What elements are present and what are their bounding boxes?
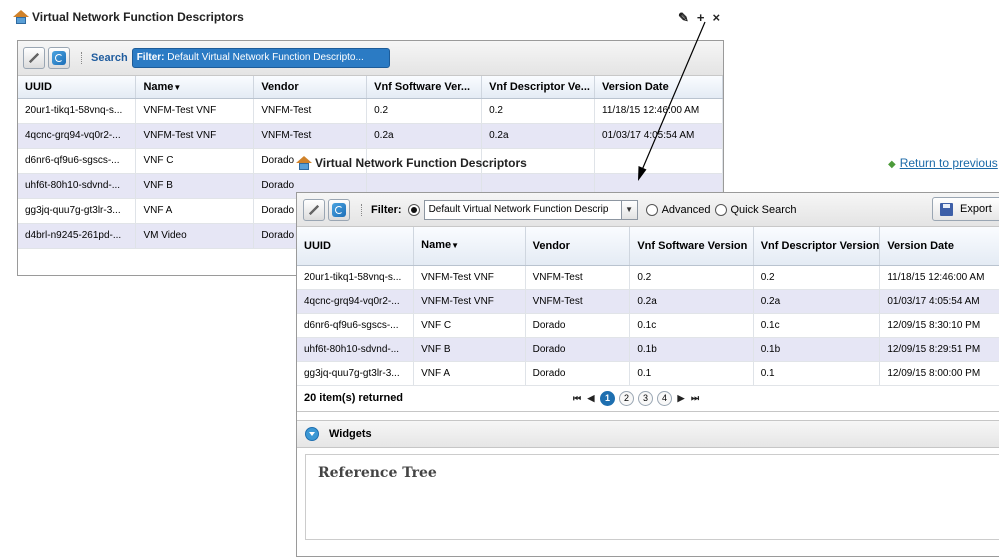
table-cell: 12/09/15 8:29:51 PM: [879, 337, 999, 362]
column-header-label: UUID: [304, 239, 331, 252]
page-button[interactable]: 3: [638, 390, 653, 406]
column-header[interactable]: Version Date: [879, 227, 999, 266]
reference-tree-label: Reference Tree: [318, 464, 437, 481]
filter-select-value: Default Virtual Network Function Descrip: [428, 204, 609, 215]
table-row[interactable]: uhf6t-80h10-sdvnd-... VNF B Dorado 0.1b 0.1b…: [297, 337, 999, 362]
next-page-icon[interactable]: ▶: [676, 393, 686, 404]
table-cell: 0.1b: [753, 337, 881, 362]
table-cell: VNF B: [413, 337, 526, 362]
column-header-label: Vnf Software Version: [637, 239, 748, 252]
table-cell: 11/18/15 12:46:00 AM: [879, 265, 999, 290]
return-arrow-icon: ◆: [888, 159, 896, 170]
return-to-previous-link[interactable]: ◆ Return to previous: [888, 156, 998, 170]
table-cell: Dorado: [525, 337, 631, 362]
table-cell: 0.2: [753, 265, 881, 290]
table-cell: 4qcnc-grq94-vq0r2-...: [297, 289, 415, 314]
floppy-disk-icon: [940, 202, 953, 216]
expand-widgets-icon[interactable]: [305, 426, 319, 441]
column-header[interactable]: Vnf Descriptor Version: [753, 227, 881, 266]
advanced-radio[interactable]: [645, 203, 658, 216]
page-button[interactable]: 2: [619, 390, 634, 406]
filter-select[interactable]: Default Virtual Network Function Descrip…: [423, 199, 638, 220]
page-button[interactable]: 4: [657, 390, 672, 406]
quick-search-radio-option[interactable]: Quick Search: [714, 203, 797, 216]
column-header-label: Version Date: [887, 239, 954, 252]
table-cell: 0.2a: [753, 289, 881, 314]
table-cell: 0.1c: [629, 313, 754, 338]
table-cell: uhf6t-80h10-sdvnd-...: [297, 337, 415, 362]
reference-tree-widget: Reference Tree: [305, 453, 999, 540]
large-panel-toolbar: Filter: Default Virtual Network Function…: [297, 193, 999, 227]
column-header[interactable]: Name▼: [413, 227, 526, 266]
pagination: ⏮ ◀ 1 2 3 4 ▶ ⏭: [572, 390, 700, 406]
table-row[interactable]: gg3jq-quu7g-gt3lr-3... VNF A Dorado 0.1 0.1 1…: [297, 361, 999, 386]
large-panel-title: Virtual Network Function Descriptors: [296, 156, 527, 170]
table-cell: 0.1b: [629, 337, 754, 362]
table-cell: gg3jq-quu7g-gt3lr-3...: [297, 361, 415, 386]
return-link-text: Return to previous: [899, 156, 998, 170]
large-panel: Filter: Default Virtual Network Function…: [296, 192, 999, 557]
table-cell: Dorado: [525, 361, 631, 386]
quick-search-label: Quick Search: [730, 203, 797, 216]
table-cell: 0.1: [629, 361, 754, 386]
table-cell: 0.2a: [629, 289, 754, 314]
table-row[interactable]: 20ur1-tikq1-58vnq-s... VNFM-Test VNF VNFM-…: [297, 265, 999, 290]
table-row[interactable]: 4qcnc-grq94-vq0r2-... VNFM-Test VNF VNFM-T…: [297, 289, 999, 314]
prev-page-icon[interactable]: ◀: [586, 393, 596, 404]
column-header[interactable]: Vnf Software Version: [629, 227, 754, 266]
table-cell: d6nr6-qf9u6-sgscs-...: [297, 313, 415, 338]
widgets-label: Widgets: [329, 427, 372, 440]
toolbar-grip: [361, 203, 363, 216]
table-cell: VNFM-Test: [525, 289, 631, 314]
table-cell: VNFM-Test VNF: [413, 265, 526, 290]
quick-search-radio[interactable]: [714, 203, 727, 216]
export-label: Export: [960, 203, 992, 215]
sort-desc-icon: ▼: [451, 241, 460, 251]
filter-label: Filter:: [371, 203, 402, 216]
table-cell: 0.1c: [753, 313, 881, 338]
table-row[interactable]: d6nr6-qf9u6-sgscs-... VNF C Dorado 0.1c 0.1c…: [297, 313, 999, 338]
large-panel-title-text: Virtual Network Function Descriptors: [315, 156, 527, 170]
chevron-down-icon[interactable]: ▼: [620, 200, 637, 219]
table-cell: 0.2: [629, 265, 754, 290]
last-page-icon[interactable]: ⏭: [690, 393, 700, 404]
table-cell: VNFM-Test: [525, 265, 631, 290]
column-header-label: Name: [421, 239, 452, 252]
column-header[interactable]: Vendor: [525, 227, 631, 266]
home-icon: [296, 156, 312, 170]
refresh-button[interactable]: [328, 198, 350, 221]
table-footer: 20 item(s) returned ⏮ ◀ 1 2 3 4 ▶ ⏭: [297, 386, 999, 412]
column-header-label: Vendor: [532, 239, 570, 252]
table-cell: VNFM-Test VNF: [413, 289, 526, 314]
table-cell: 12/09/15 8:00:00 PM: [879, 361, 999, 386]
items-returned: 20 item(s) returned: [304, 392, 404, 404]
table-cell: 20ur1-tikq1-58vnq-s...: [297, 265, 415, 290]
table-cell: 12/09/15 8:30:10 PM: [879, 313, 999, 338]
settings-button[interactable]: [303, 198, 325, 221]
refresh-icon: [332, 202, 346, 217]
first-page-icon[interactable]: ⏮: [572, 393, 582, 404]
table-cell: Dorado: [525, 313, 631, 338]
table-cell: 01/03/17 4:05:54 AM: [879, 289, 999, 314]
large-panel-table: UUID Name▼ Vendor Vnf Software Version Vnf D…: [297, 227, 999, 386]
table-cell: VNF A: [413, 361, 526, 386]
table-header-row: UUID Name▼ Vendor Vnf Software Version Vnf D…: [297, 227, 999, 266]
advanced-radio-option[interactable]: Advanced: [645, 203, 711, 216]
filter-radio[interactable]: [407, 203, 420, 216]
column-header[interactable]: UUID: [297, 227, 415, 266]
table-cell: VNF C: [413, 313, 526, 338]
export-button[interactable]: Export: [932, 197, 999, 221]
widgets-bar[interactable]: Widgets: [297, 419, 999, 448]
advanced-label: Advanced: [661, 203, 711, 216]
table-cell: 0.1: [753, 361, 881, 386]
page-button[interactable]: 1: [600, 390, 615, 406]
column-header-label: Vnf Descriptor Version: [760, 239, 880, 252]
wrench-icon: [305, 201, 323, 218]
